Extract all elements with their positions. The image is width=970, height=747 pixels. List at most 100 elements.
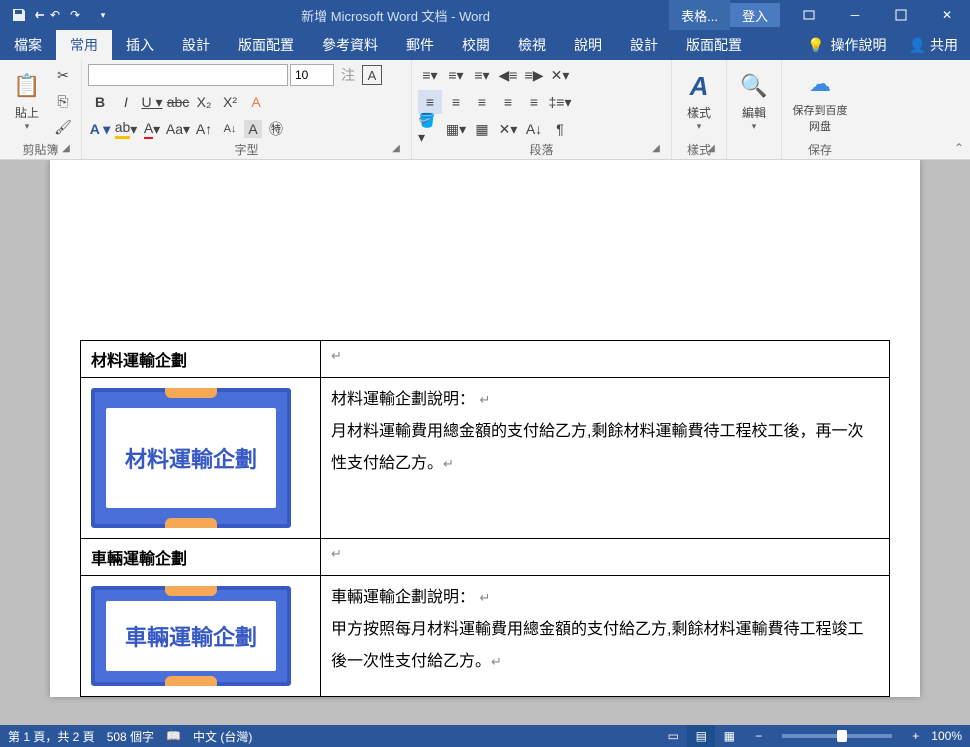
subscript-icon[interactable]: X₂ [192, 90, 216, 114]
editing-button[interactable]: 🔍 編輯 ▾ [733, 63, 775, 139]
font-color-icon[interactable]: A▾ [140, 117, 164, 141]
paragraph-launcher-icon[interactable]: ◢ [649, 143, 663, 157]
page-indicator[interactable]: 第 1 頁，共 2 頁 [8, 728, 95, 745]
cell-empty-1[interactable]: ↵ [321, 341, 890, 378]
close-icon[interactable]: ✕ [924, 0, 970, 30]
cell-image-1[interactable]: 材料運輸企劃 [81, 378, 321, 539]
collapse-ribbon-icon[interactable]: ⌃ [954, 141, 964, 155]
language-indicator[interactable]: 中文 (台灣) [193, 728, 252, 745]
zoom-out-icon[interactable]: − [755, 729, 762, 743]
tab-insert[interactable]: 插入 [112, 30, 168, 60]
line-spacing-icon[interactable]: ‡≡▾ [548, 90, 572, 114]
tell-me-button[interactable]: 💡 操作說明 [797, 35, 896, 55]
tab-table-layout[interactable]: 版面配置 [672, 30, 756, 60]
lightbulb-icon: 💡 [807, 37, 824, 54]
font-launcher-icon[interactable]: ◢ [389, 143, 403, 157]
clipboard-launcher-icon[interactable]: ◢ [59, 143, 73, 157]
bullets-icon[interactable]: ≡▾ [418, 63, 442, 87]
undo-icon[interactable]: ↶ [34, 2, 60, 28]
desc-title-2: 車輛運輸企劃說明： [331, 589, 475, 606]
sort-icon[interactable]: A↓ [522, 117, 546, 141]
char-border-icon[interactable]: A [362, 65, 382, 85]
underline-icon[interactable]: U ▾ [140, 90, 164, 114]
cell-empty-2[interactable]: ↵ [321, 539, 890, 576]
qat-dropdown-icon[interactable]: ▾ [90, 2, 116, 28]
clear-format-icon[interactable]: A [244, 90, 268, 114]
shading-icon[interactable]: 🪣▾ [418, 117, 442, 141]
align-center-icon[interactable]: ≡ [444, 90, 468, 114]
borders-icon[interactable]: ▦▾ [444, 117, 468, 141]
baidu-save-button[interactable]: ☁ 保存到百度网盘 [788, 63, 852, 139]
char-shading-icon[interactable]: A [244, 120, 262, 138]
justify-icon[interactable]: ≡ [496, 90, 520, 114]
ribbon-display-icon[interactable] [786, 0, 832, 30]
spell-check-icon[interactable]: 📖 [166, 729, 181, 743]
tell-me-label: 操作說明 [831, 35, 887, 55]
snap-grid-icon[interactable]: ▦ [470, 117, 494, 141]
distribute-icon[interactable]: ≡ [522, 90, 546, 114]
tab-mailings[interactable]: 郵件 [392, 30, 448, 60]
cell-desc-1[interactable]: 材料運輸企劃說明： ↵ 月材料運輸費用總金額的支付給乙方,剩餘材料運輸費待工程校… [321, 378, 890, 539]
zoom-slider[interactable] [782, 734, 892, 738]
styles-button[interactable]: A 樣式 ▾ [678, 63, 720, 139]
cell-image-2[interactable]: 車輛運輸企劃 [81, 576, 321, 697]
tab-view[interactable]: 檢視 [504, 30, 560, 60]
share-button[interactable]: 👤共用 [897, 35, 970, 55]
paste-label: 貼上 [15, 104, 39, 121]
cell-title-2[interactable]: 車輛運輸企劃 [81, 539, 321, 576]
word-count[interactable]: 508 個字 [107, 728, 154, 745]
redo-icon[interactable]: ↷ [62, 2, 88, 28]
font-size-select[interactable] [290, 64, 334, 86]
phonetic-guide-icon[interactable]: 注 [336, 63, 360, 87]
zoom-in-icon[interactable]: + [912, 729, 919, 743]
tab-layout[interactable]: 版面配置 [224, 30, 308, 60]
char-scaling-icon[interactable]: ✕▾ [496, 117, 520, 141]
tab-help[interactable]: 說明 [560, 30, 616, 60]
maximize-icon[interactable] [878, 0, 924, 30]
italic-icon[interactable]: I [114, 90, 138, 114]
cell-title-1[interactable]: 材料運輸企劃 [81, 341, 321, 378]
copy-icon[interactable]: ⎘ [51, 89, 75, 113]
cut-icon[interactable]: ✂ [51, 63, 75, 87]
decrease-indent-icon[interactable]: ◀≡ [496, 63, 520, 87]
multilevel-icon[interactable]: ≡▾ [470, 63, 494, 87]
read-mode-icon[interactable]: ▭ [659, 725, 687, 747]
paste-button[interactable]: 📋 貼上 ▾ [6, 63, 48, 139]
align-right-icon[interactable]: ≡ [470, 90, 494, 114]
bold-icon[interactable]: B [88, 90, 112, 114]
tab-references[interactable]: 參考資料 [308, 30, 392, 60]
font-family-select[interactable] [88, 64, 288, 86]
editing-btn-label: 編輯 [742, 104, 766, 121]
tab-file[interactable]: 檔案 [0, 30, 56, 60]
tab-review[interactable]: 校閱 [448, 30, 504, 60]
asian-layout-icon[interactable]: ✕▾ [548, 63, 572, 87]
increase-indent-icon[interactable]: ≡▶ [522, 63, 546, 87]
text-effects-icon[interactable]: A ▾ [88, 117, 112, 141]
change-case-icon[interactable]: Aa▾ [166, 117, 190, 141]
cell-desc-2[interactable]: 車輛運輸企劃說明： ↵ 甲方按照每月材料運輸費用總金額的支付給乙方,剩餘材料運輸… [321, 576, 890, 697]
strikethrough-icon[interactable]: abc [166, 90, 190, 114]
image-placeholder[interactable]: 車輛運輸企劃 [91, 586, 291, 686]
numbering-icon[interactable]: ≡▾ [444, 63, 468, 87]
format-painter-icon[interactable]: 🖌 [51, 115, 75, 139]
align-left-icon[interactable]: ≡ [418, 90, 442, 114]
tab-table-design[interactable]: 設計 [616, 30, 672, 60]
grow-font-icon[interactable]: A↑ [192, 117, 216, 141]
web-layout-icon[interactable]: ▦ [715, 725, 743, 747]
superscript-icon[interactable]: X² [218, 90, 242, 114]
image-placeholder[interactable]: 材料運輸企劃 [91, 388, 291, 528]
tab-home[interactable]: 常用 [56, 30, 112, 60]
zoom-level[interactable]: 100% [931, 729, 962, 743]
enclose-char-icon[interactable]: ㊕ [264, 117, 288, 141]
login-button[interactable]: 登入 [730, 3, 780, 27]
shrink-font-icon[interactable]: A↓ [218, 117, 242, 141]
minimize-icon[interactable]: ─ [832, 0, 878, 30]
tab-design[interactable]: 設計 [168, 30, 224, 60]
document-area[interactable]: 材料運輸企劃 ↵ 材料運輸企劃 材料運輸企劃說明： ↵ 月材料運輸費用總金額的支… [0, 160, 970, 725]
ribbon-tabs: 檔案 常用 插入 設計 版面配置 參考資料 郵件 校閱 檢視 說明 設計 版面配… [0, 30, 970, 60]
print-layout-icon[interactable]: ▤ [687, 725, 715, 747]
styles-launcher-icon[interactable]: ◢ [704, 143, 718, 157]
highlight-icon[interactable]: ab▾ [114, 117, 138, 141]
save-icon[interactable] [6, 2, 32, 28]
show-marks-icon[interactable]: ¶ [548, 117, 572, 141]
